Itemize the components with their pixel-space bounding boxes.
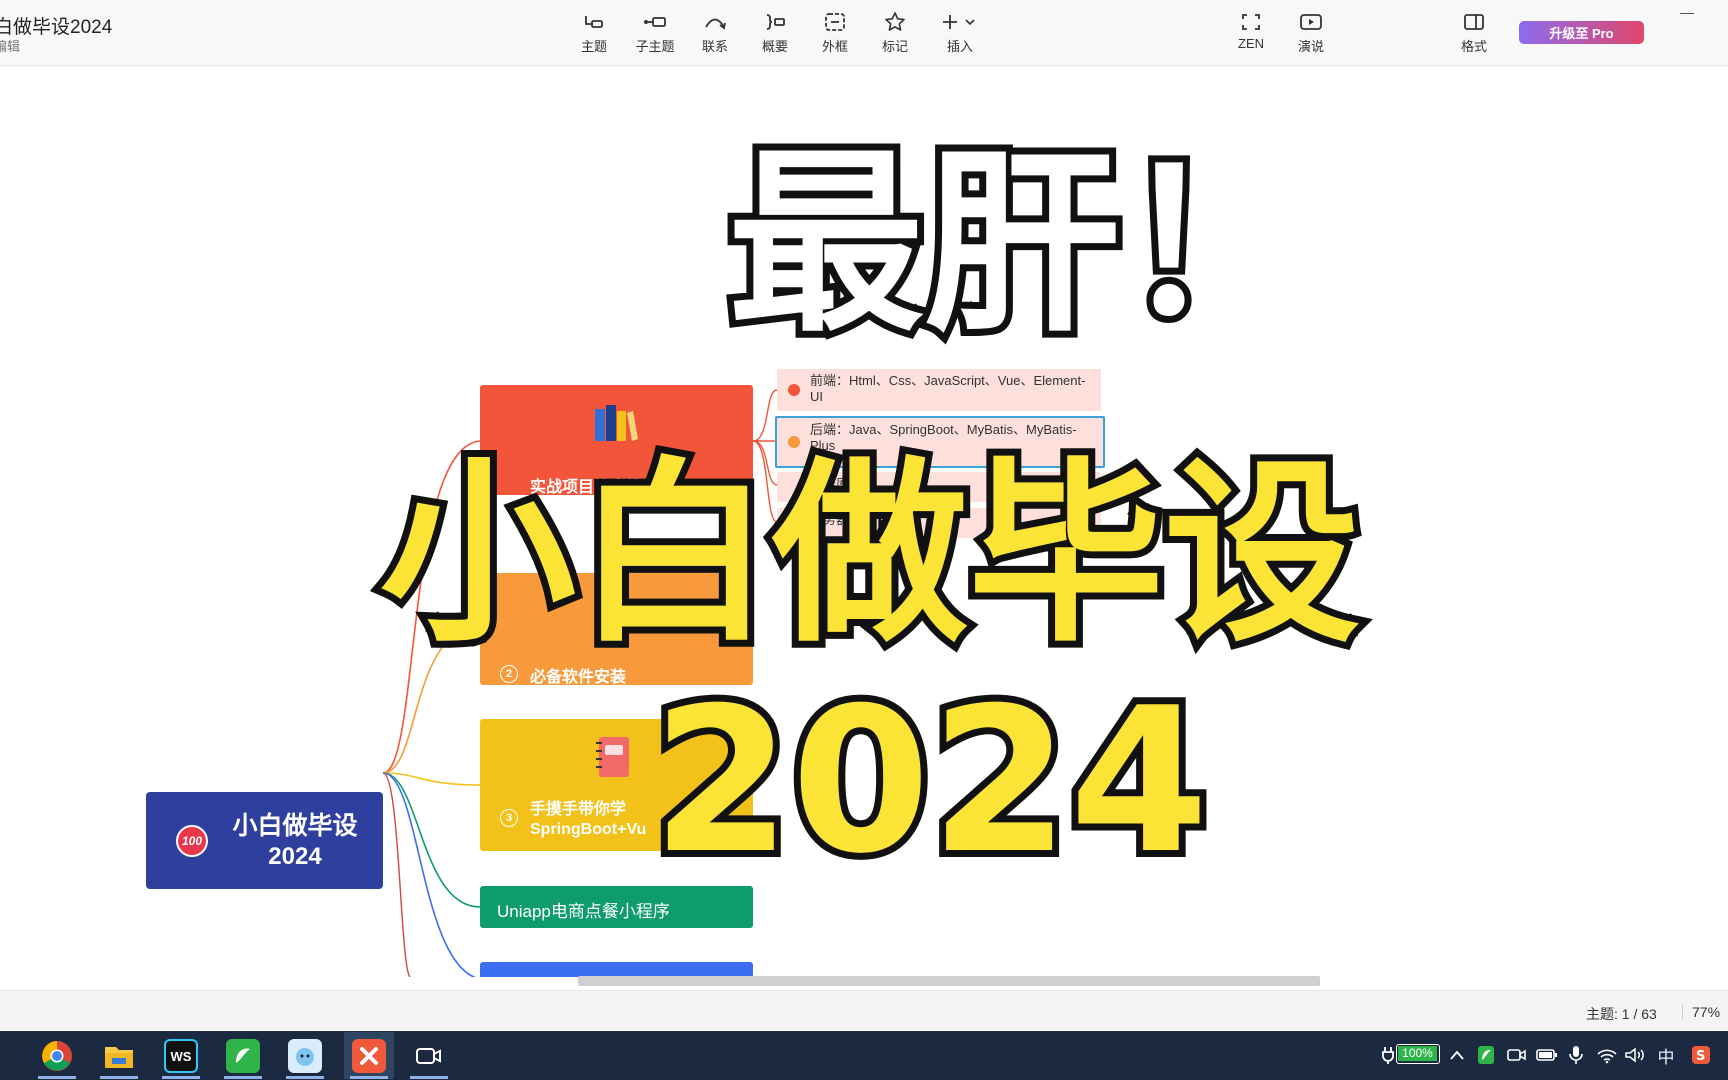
play-screen-icon [1298, 10, 1324, 34]
window-minimize-button[interactable] [1680, 0, 1694, 14]
subtopic-label: 子主题 [635, 39, 675, 54]
insert-button[interactable]: 插入 [930, 10, 990, 58]
plus-chevron-icon [940, 10, 980, 34]
overlay-headline: 最肝！ [721, 131, 1323, 359]
root-topic-line1: 小白做毕设 [232, 812, 358, 840]
leaf-frontend-text: 前端：Html、Css、JavaScript、Vue、Element-UI [810, 373, 1086, 404]
relation-button[interactable]: 联系 [685, 10, 745, 58]
leaf-bullet-icon [788, 384, 800, 396]
topic-button[interactable]: 主题 [564, 10, 624, 58]
sogou-tray-icon[interactable]: S [1690, 1043, 1712, 1067]
document-subtitle: 编辑 [0, 39, 21, 54]
status-divider [1682, 1004, 1683, 1020]
present-label: 演说 [1297, 39, 1324, 54]
status-bar: 主题: 1 / 63 77% [0, 990, 1728, 1030]
running-indicator [224, 1076, 262, 1079]
video-tray-icon[interactable] [1506, 1043, 1528, 1067]
relation-label: 联系 [701, 39, 728, 54]
running-indicator [100, 1076, 138, 1079]
horizontal-scrollbar[interactable] [578, 976, 1320, 986]
running-indicator [286, 1076, 324, 1079]
subtopic-button[interactable]: 子主题 [625, 10, 685, 58]
marker-button[interactable]: 标记 [865, 10, 925, 58]
toolbar: 白做毕设2024 编辑 主题 子主题 联系 概要 外框 标记 插入 ZEN 演说… [0, 0, 1728, 66]
format-label: 格式 [1460, 39, 1487, 54]
marker-label: 标记 [881, 39, 908, 54]
topic-count: 主题: 1 / 63 [1586, 1006, 1657, 1022]
running-indicator [410, 1076, 448, 1079]
battery-percent: 100% [1402, 1046, 1433, 1060]
input-method-indicator[interactable]: 中 [1654, 1043, 1678, 1067]
webstorm-icon[interactable]: WS [164, 1039, 198, 1073]
branch-next[interactable] [480, 962, 753, 977]
star-icon [882, 10, 908, 34]
boundary-frame-icon [822, 10, 848, 34]
running-indicator [162, 1076, 200, 1079]
branch-springboot-line1: 手摸手带你学 [530, 801, 627, 818]
green-app-icon[interactable] [226, 1039, 260, 1073]
insert-label: 插入 [946, 39, 973, 54]
overlay-year: 2024 [645, 665, 1216, 898]
wifi-icon[interactable] [1596, 1043, 1618, 1067]
subtopic-icon [642, 10, 668, 34]
root-topic[interactable]: 100 小白做毕设 2024 [146, 792, 383, 889]
boundary-label: 外框 [821, 39, 848, 54]
root-topic-line2: 2024 [268, 843, 322, 870]
mindmap-canvas[interactable]: 前端：Html、Css、JavaScript、Vue、Element-UI 后端… [0, 67, 1728, 977]
svg-text:S: S [1696, 1049, 1705, 1064]
os-taskbar: WS 100% 中 S [0, 1031, 1728, 1080]
chevron-up-icon[interactable] [1448, 1043, 1466, 1067]
format-button[interactable]: 格式 [1444, 10, 1504, 58]
leaf-frontend[interactable]: 前端：Html、Css、JavaScript、Vue、Element-UI [777, 369, 1101, 411]
boundary-button[interactable]: 外框 [805, 10, 865, 58]
branch-springboot-number: 3 [500, 809, 518, 827]
zen-button[interactable]: ZEN [1221, 10, 1281, 58]
summary-bracket-icon [762, 10, 788, 34]
topic-label: 主题 [580, 39, 607, 54]
format-panel-icon [1461, 10, 1487, 34]
branch-springboot-label: 手摸手带你学 SpringBoot+Vu [530, 800, 646, 840]
app-window: 白做毕设2024 编辑 主题 子主题 联系 概要 外框 标记 插入 ZEN 演说… [0, 0, 1728, 1080]
zoom-level[interactable]: 77% [1692, 1004, 1720, 1020]
running-indicator [38, 1076, 76, 1079]
microphone-icon[interactable] [1566, 1043, 1586, 1067]
power-plug-icon [1380, 1043, 1396, 1067]
present-button[interactable]: 演说 [1281, 10, 1341, 58]
chrome-icon[interactable] [40, 1039, 74, 1073]
summary-button[interactable]: 概要 [745, 10, 805, 58]
branch-uniapp-label: Uniapp电商点餐小程序 [497, 902, 670, 921]
topic-icon [581, 10, 607, 34]
branch-springboot-line2: SpringBoot+Vu [530, 821, 647, 838]
xmind-icon[interactable] [352, 1039, 386, 1073]
battery-tray-icon[interactable] [1536, 1043, 1558, 1067]
file-explorer-icon[interactable] [102, 1039, 136, 1073]
notebook-icon [593, 735, 633, 784]
live2d-app-icon[interactable] [288, 1039, 322, 1073]
document-title: 白做毕设2024 [0, 17, 113, 38]
relation-curve-icon [702, 10, 728, 34]
upgrade-pro-button[interactable]: 升级至 Pro [1519, 21, 1644, 44]
overlay-title: 小白做毕设 [373, 441, 1367, 669]
fullscreen-icon [1238, 10, 1264, 34]
volume-icon[interactable] [1624, 1043, 1646, 1067]
hundred-points-icon: 100 [176, 825, 208, 857]
zen-label: ZEN [1238, 36, 1264, 51]
green-tray-icon[interactable] [1476, 1043, 1496, 1067]
camera-icon[interactable] [412, 1039, 446, 1073]
battery-indicator[interactable]: 100% [1396, 1044, 1440, 1064]
running-indicator [350, 1076, 388, 1079]
summary-label: 概要 [761, 39, 788, 54]
